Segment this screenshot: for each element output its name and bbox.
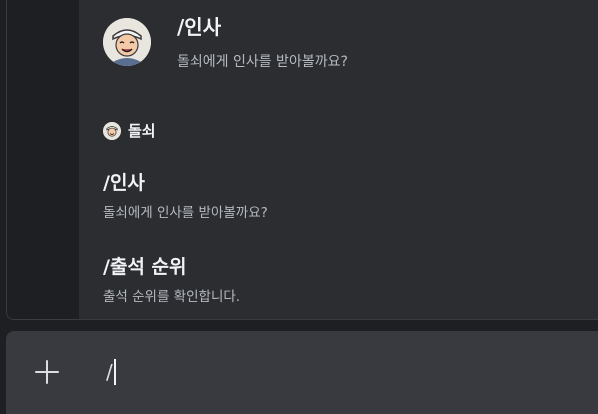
- message-input[interactable]: /: [106, 357, 116, 387]
- command-description: 돌쇠에게 인사를 받아볼까요?: [177, 54, 348, 70]
- bot-avatar-icon: [103, 121, 121, 140]
- bot-section-header: 돌쇠: [103, 120, 156, 141]
- command-option-featured[interactable]: /인사 돌쇠에게 인사를 받아볼까요?: [79, 1, 598, 81]
- command-option[interactable]: /인사 돌쇠에게 인사를 받아볼까요?: [103, 168, 268, 221]
- command-description: 출석 순위를 확인합니다.: [103, 289, 241, 305]
- command-option[interactable]: /출석 순위 출석 순위를 확인합니다.: [103, 252, 240, 305]
- message-input-value: /: [106, 360, 113, 384]
- command-list: /인사 돌쇠에게 인사를 받아볼까요? 돌쇠 /인사 돌쇠에게 인사를 받아볼까…: [79, 0, 598, 319]
- command-name: /인사: [177, 15, 222, 39]
- chat-app: /인사 돌쇠에게 인사를 받아볼까요? 돌쇠 /인사 돌쇠에게 인사를 받아볼까…: [0, 0, 598, 414]
- plus-icon[interactable]: [32, 357, 62, 387]
- command-description: 돌쇠에게 인사를 받아볼까요?: [103, 205, 268, 221]
- bot-rail: [7, 0, 79, 319]
- message-composer: /: [6, 331, 598, 414]
- text-caret: [113, 359, 116, 385]
- command-autocomplete-popup: /인사 돌쇠에게 인사를 받아볼까요? 돌쇠 /인사 돌쇠에게 인사를 받아볼까…: [6, 0, 598, 320]
- command-name: /인사: [103, 172, 145, 194]
- bot-avatar-icon: [103, 18, 151, 66]
- command-name: /출석 순위: [103, 256, 187, 278]
- bot-name: 돌쇠: [128, 122, 156, 140]
